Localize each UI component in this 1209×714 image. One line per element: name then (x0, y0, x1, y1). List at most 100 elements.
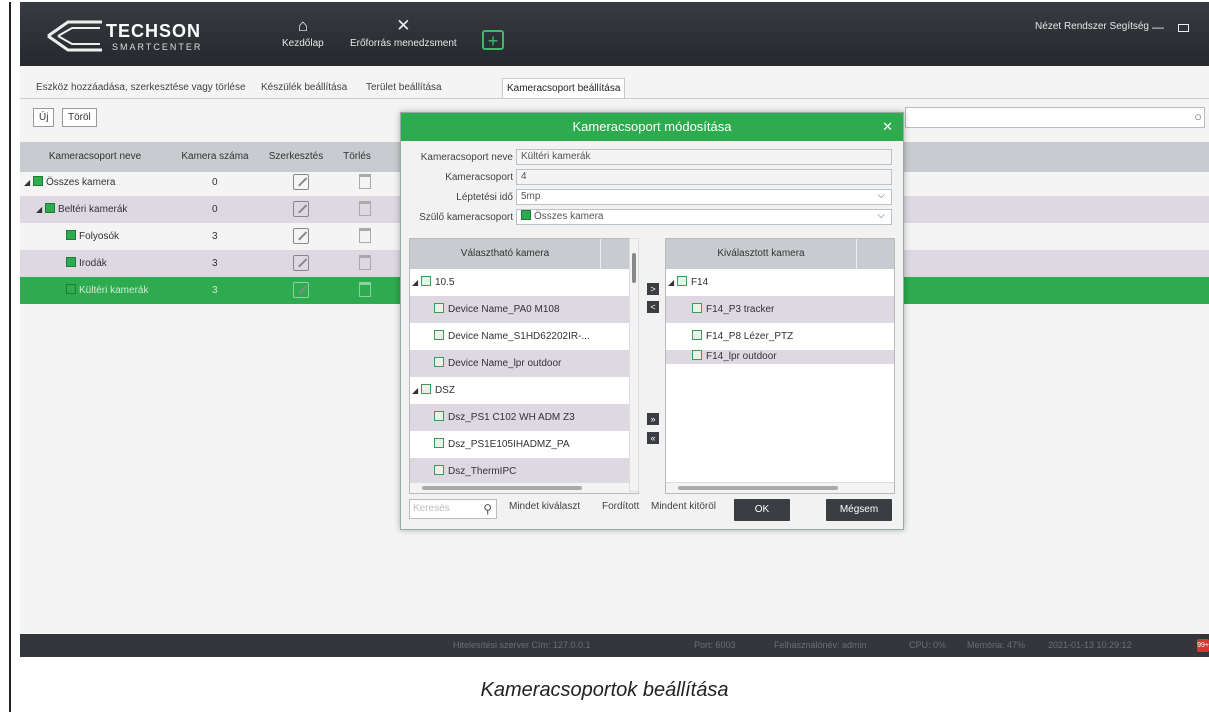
col-delete[interactable]: Törlés (332, 142, 382, 172)
camera-count: 0 (212, 204, 218, 215)
group-icon (44, 203, 55, 213)
close-icon[interactable]: ✕ (882, 113, 893, 141)
list-item[interactable]: F14_P8 Lézer_PTZ (666, 323, 894, 350)
grid-search-input[interactable]: ○ (905, 107, 1205, 128)
edit-icon[interactable] (293, 282, 309, 298)
checkbox[interactable] (434, 303, 444, 313)
col-camera-count[interactable]: Kamera száma (170, 142, 260, 172)
tab-bar: Eszköz hozzáadása, szerkesztése vagy tör… (20, 78, 1209, 99)
tab-device-add[interactable]: Eszköz hozzáadása, szerkesztése vagy tör… (32, 78, 250, 98)
checkbox[interactable] (692, 350, 702, 360)
edit-icon[interactable] (293, 255, 309, 271)
status-datetime: 2021-01-13 10:29:12 (1048, 640, 1132, 650)
list-item[interactable]: Device Name_lpr outdoor (410, 350, 638, 377)
status-user: Felhasználónév: admin (774, 640, 867, 650)
list-item[interactable]: F14_P3 tracker (666, 296, 894, 323)
select-all-link[interactable]: Mindet kiválaszt (509, 501, 580, 512)
camera-count: 0 (212, 177, 218, 188)
tab-device-settings[interactable]: Készülék beállítása (257, 78, 351, 98)
group-name-field[interactable]: Kültéri kamerák (516, 149, 892, 165)
tab-divider (20, 98, 1209, 99)
trash-icon[interactable] (359, 228, 371, 243)
list-item[interactable]: Device Name_S1HD62202IR-... (410, 323, 638, 350)
group-name: Beltéri kamerák (57, 204, 128, 215)
vertical-scrollbar[interactable] (629, 238, 639, 492)
tree-node: Irodák (66, 250, 107, 277)
ok-button[interactable]: OK (734, 499, 790, 521)
group-icon (32, 176, 43, 186)
checkbox[interactable] (420, 384, 431, 394)
col-group-name[interactable]: Kameracsoport neve (20, 142, 170, 172)
camera-count: 3 (212, 258, 218, 269)
checkbox[interactable] (434, 330, 444, 340)
selected-cameras-panel: Kiválasztott kamera ◢ F14 F14_P3 tracker… (665, 238, 895, 494)
selected-cameras-header: Kiválasztott kamera (666, 239, 894, 269)
checkbox[interactable] (434, 438, 444, 448)
notification-badge[interactable]: 99+ (1197, 639, 1209, 652)
group-number-field[interactable]: 4 (516, 169, 892, 185)
cancel-button[interactable]: Mégsem (826, 499, 892, 521)
nav-resource-management[interactable]: ✕ Erőforrás menedzsment (350, 16, 457, 49)
checkbox[interactable] (420, 276, 431, 286)
maximize-icon[interactable] (1178, 24, 1189, 32)
move-left-icon[interactable]: < (647, 301, 659, 313)
add-plus-button[interactable]: + (482, 30, 504, 51)
dialog-title: Kameracsoport módosítása (401, 113, 903, 141)
main-menu[interactable]: Nézet Rendszer Segítség (1035, 21, 1149, 32)
move-all-right-icon[interactable]: » (647, 413, 659, 425)
horizontal-scrollbar[interactable] (410, 482, 638, 493)
top-bar: TECHSON SMARTCENTER ⌂ Kezdőlap ✕ Erőforr… (20, 2, 1209, 66)
nav-home[interactable]: ⌂ Kezdőlap (282, 16, 324, 49)
minimize-icon[interactable]: — (1152, 20, 1164, 34)
status-port: Port: 6003 (694, 640, 736, 650)
checkbox[interactable] (692, 330, 702, 340)
camera-search-input[interactable]: Keresés ⚲ (409, 499, 497, 519)
trash-icon[interactable] (359, 201, 371, 216)
step-time-select[interactable]: 5mp ⌵ (516, 189, 892, 205)
trash-icon[interactable] (359, 255, 371, 270)
name-label: Kameracsoport neve (420, 152, 513, 163)
group-name: Összes kamera (45, 177, 116, 188)
list-item[interactable]: ◢ 10.5 (410, 269, 638, 296)
clear-all-link[interactable]: Mindent kitöröl (651, 501, 716, 512)
group-icon (521, 210, 531, 220)
checkbox[interactable] (434, 465, 444, 475)
figure-caption: Kameracsoportok beállítása (480, 679, 729, 701)
list-item[interactable]: ◢ F14 (666, 269, 894, 296)
list-item[interactable]: F14_lpr outdoor (666, 350, 894, 364)
move-right-icon[interactable]: > (647, 283, 659, 295)
group-name: Folyosók (79, 231, 120, 242)
horizontal-scrollbar[interactable] (666, 482, 894, 493)
list-item[interactable]: Device Name_PA0 M108 (410, 296, 638, 323)
delete-button[interactable]: Töröl (62, 108, 97, 127)
tab-area-settings[interactable]: Terület beállítása (362, 78, 446, 98)
col-edit[interactable]: Szerkesztés (260, 142, 332, 172)
tree-node: ◢ Beltéri kamerák (36, 203, 128, 215)
checkbox[interactable] (434, 357, 444, 367)
edit-icon[interactable] (293, 228, 309, 244)
tree-node: Folyosók (66, 223, 119, 250)
tab-camera-group-settings[interactable]: Kameracsoport beállítása (502, 78, 626, 99)
edit-icon[interactable] (293, 201, 309, 217)
parent-group-select[interactable]: Összes kamera ⌵ (516, 209, 892, 225)
move-all-left-icon[interactable]: « (647, 432, 659, 444)
list-item[interactable]: ◢ DSZ (410, 377, 638, 404)
checkbox[interactable] (692, 303, 702, 313)
trash-icon[interactable] (359, 174, 371, 189)
trash-icon[interactable] (359, 282, 371, 297)
status-server: Hitelesítési szerver Cím: 127.0.0.1 (453, 640, 591, 650)
plus-icon: + (487, 31, 499, 51)
parent-group-label: Szülő kameracsoport (419, 212, 513, 223)
list-item[interactable]: Dsz_ThermIPC (410, 458, 638, 485)
checkbox[interactable] (434, 411, 444, 421)
list-item[interactable]: Dsz_PS1 C102 WH ADM Z3 (410, 404, 638, 431)
list-item[interactable]: Dsz_PS1E105IHADMZ_PA (410, 431, 638, 458)
new-button[interactable]: Új (33, 108, 55, 127)
edit-icon[interactable] (293, 174, 309, 190)
status-bar: Hitelesítési szerver Cím: 127.0.0.1 Port… (20, 634, 1209, 657)
invert-link[interactable]: Fordított (602, 501, 639, 512)
group-icon (66, 284, 76, 294)
group-icon (66, 230, 76, 240)
edit-camera-group-dialog: Kameracsoport módosítása ✕ Kameracsoport… (400, 112, 904, 530)
checkbox[interactable] (676, 276, 687, 286)
